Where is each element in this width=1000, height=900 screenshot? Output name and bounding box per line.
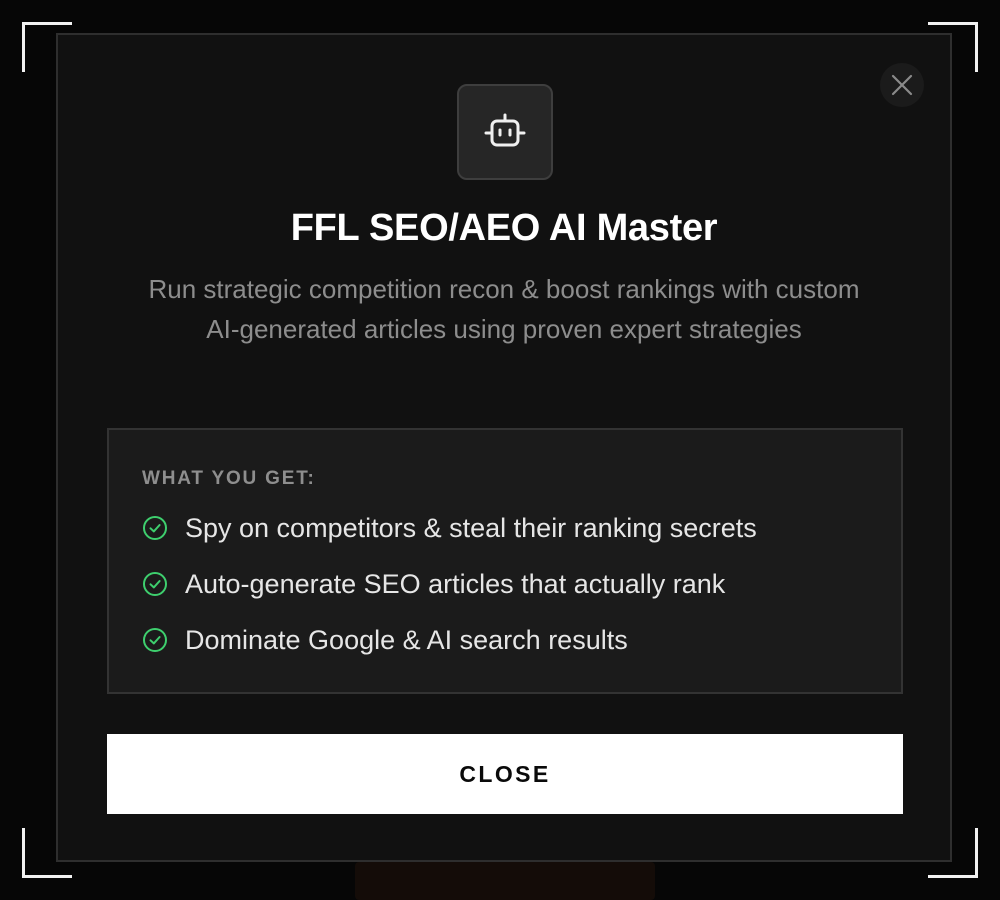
features-heading: WHAT YOU GET: [142, 468, 316, 489]
check-circle-icon [142, 571, 168, 597]
background-blurred-heading [460, 0, 550, 34]
close-button[interactable]: CLOSE [107, 734, 903, 814]
close-icon-button[interactable] [880, 63, 924, 107]
info-modal: FFL SEO/AEO AI Master Run strategic comp… [56, 33, 952, 862]
robot-icon [484, 113, 526, 147]
background-blurred-bar [355, 862, 655, 900]
feature-item: Auto-generate SEO articles that actually… [142, 567, 725, 601]
check-circle-icon [142, 515, 168, 541]
modal-title: FFL SEO/AEO AI Master [290, 207, 718, 249]
feature-text: Dominate Google & AI search results [185, 624, 628, 655]
close-button-label: CLOSE [459, 760, 551, 787]
check-circle-icon [142, 627, 168, 653]
modal-subtitle: Run strategic competition recon & boost … [148, 274, 860, 344]
robot-icon-container [457, 84, 553, 180]
feature-item: Dominate Google & AI search results [142, 623, 628, 657]
features-panel: WHAT YOU GET: Spy on competitors & steal… [107, 428, 903, 694]
feature-text: Auto-generate SEO articles that actually… [185, 568, 726, 599]
feature-item: Spy on competitors & steal their ranking… [142, 511, 757, 545]
feature-text: Spy on competitors & steal their ranking… [185, 512, 757, 543]
close-icon [891, 74, 913, 96]
